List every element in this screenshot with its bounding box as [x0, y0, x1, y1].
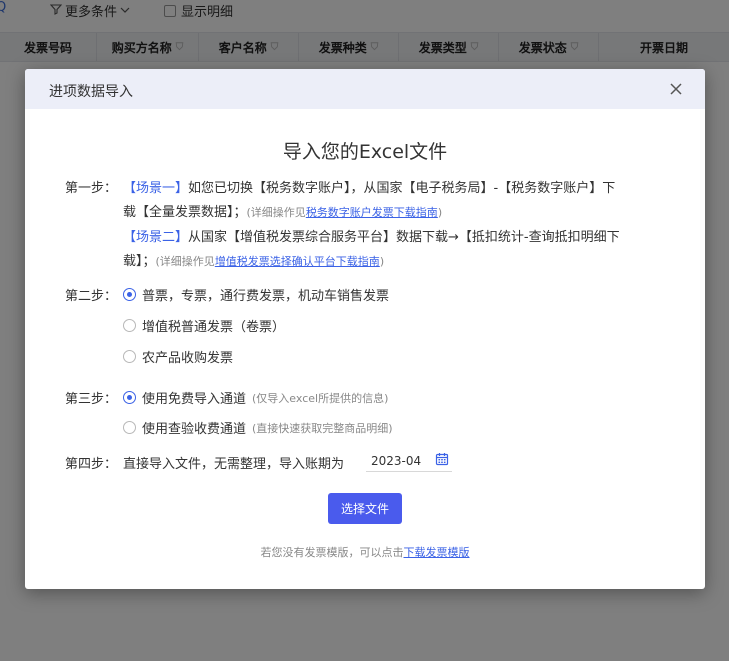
step2-label: 第二步： [65, 289, 118, 304]
scene2-text-a: 从国家【增值税发票综合服务平台】数据下载→【抵扣统计-查询抵扣明细下 [188, 230, 620, 245]
radio-label: 使用查验收费通道 [142, 422, 247, 437]
select-file-button[interactable]: 选择文件 [328, 493, 402, 524]
scene2-guide-link[interactable]: 增值税发票选择确认平台下载指南 [215, 255, 380, 268]
step1-scene2-line2: 载】；(详细操作见增值税发票选择确认平台下载指南) [123, 250, 384, 269]
channel-radio-paid[interactable]: 使用查验收费通道 (直接快速获取完整商品明细) [123, 418, 393, 437]
dialog-heading: 导入您的Excel文件 [282, 141, 448, 163]
scene2-note: (详细操作见 [155, 255, 215, 268]
radio-checked-icon [123, 391, 136, 404]
close-icon[interactable] [669, 82, 683, 96]
scene1-note-end: ) [437, 206, 443, 219]
step1-scene1-line1: 【场景一】如您已切换【税务数字账户】，从国家【电子税务局】-【税务数字账户】下 [123, 177, 615, 196]
download-template-link[interactable]: 下载发票模版 [404, 546, 470, 559]
step1-scene1-line2: 载【全量发票数据】；(详细操作见税务数字账户发票下载指南) [123, 201, 442, 220]
scene2-note-end: ) [379, 255, 385, 268]
step1-scene2-line1: 【场景二】从国家【增值税发票综合服务平台】数据下载→【抵扣统计-查询抵扣明细下 [123, 226, 620, 245]
scene1-note: (详细操作见 [246, 206, 306, 219]
period-date-picker[interactable]: 2023-04 [366, 450, 452, 472]
template-download-hint: 若您没有发票模版，可以点击下载发票模版 [25, 544, 705, 560]
period-value: 2023-04 [371, 453, 422, 468]
scene1-tag: 【场景一】 [123, 181, 189, 196]
step4-label: 第四步： [65, 457, 118, 472]
step4-text: 直接导入文件，无需整理，导入账期为 [123, 457, 345, 472]
radio-label: 农产品收购发票 [142, 351, 234, 366]
dialog-header: 进项数据导入 [25, 69, 705, 109]
radio-sublabel: (仅导入excel所提供的信息) [252, 391, 389, 405]
radio-unchecked-icon [123, 350, 136, 363]
calendar-icon [435, 452, 449, 469]
invoice-type-radio-roll[interactable]: 增值税普通发票（卷票） [123, 316, 285, 335]
invoice-type-radio-general[interactable]: 普票，专票，通行费发票，机动车销售发票 [123, 285, 389, 304]
radio-unchecked-icon [123, 319, 136, 332]
channel-radio-free[interactable]: 使用免费导入通道 (仅导入excel所提供的信息) [123, 388, 388, 407]
scene2-text-b: 载】； [123, 254, 156, 269]
import-dialog: 进项数据导入 导入您的Excel文件 第一步： 【场景一】如您已切换【税务数字账… [25, 69, 705, 589]
invoice-type-radio-agri[interactable]: 农产品收购发票 [123, 347, 233, 366]
scene2-tag: 【场景二】 [123, 230, 189, 245]
radio-sublabel: (直接快速获取完整商品明细) [252, 421, 393, 435]
step3-label: 第三步： [65, 392, 118, 407]
step1-label: 第一步： [65, 181, 118, 196]
scene1-text-a: 如您已切换【税务数字账户】，从国家【电子税务局】-【税务数字账户】下 [188, 181, 616, 196]
footer-text: 若您没有发票模版，可以点击 [260, 546, 404, 559]
radio-label: 使用免费导入通道 [142, 392, 247, 407]
scene1-guide-link[interactable]: 税务数字账户发票下载指南 [306, 206, 438, 219]
radio-label: 普票，专票，通行费发票，机动车销售发票 [142, 289, 390, 304]
dialog-title: 进项数据导入 [49, 84, 133, 100]
scene1-text-b: 载【全量发票数据】； [123, 205, 247, 220]
radio-label: 增值税普通发票（卷票） [142, 320, 286, 335]
radio-checked-icon [123, 288, 136, 301]
radio-unchecked-icon [123, 421, 136, 434]
